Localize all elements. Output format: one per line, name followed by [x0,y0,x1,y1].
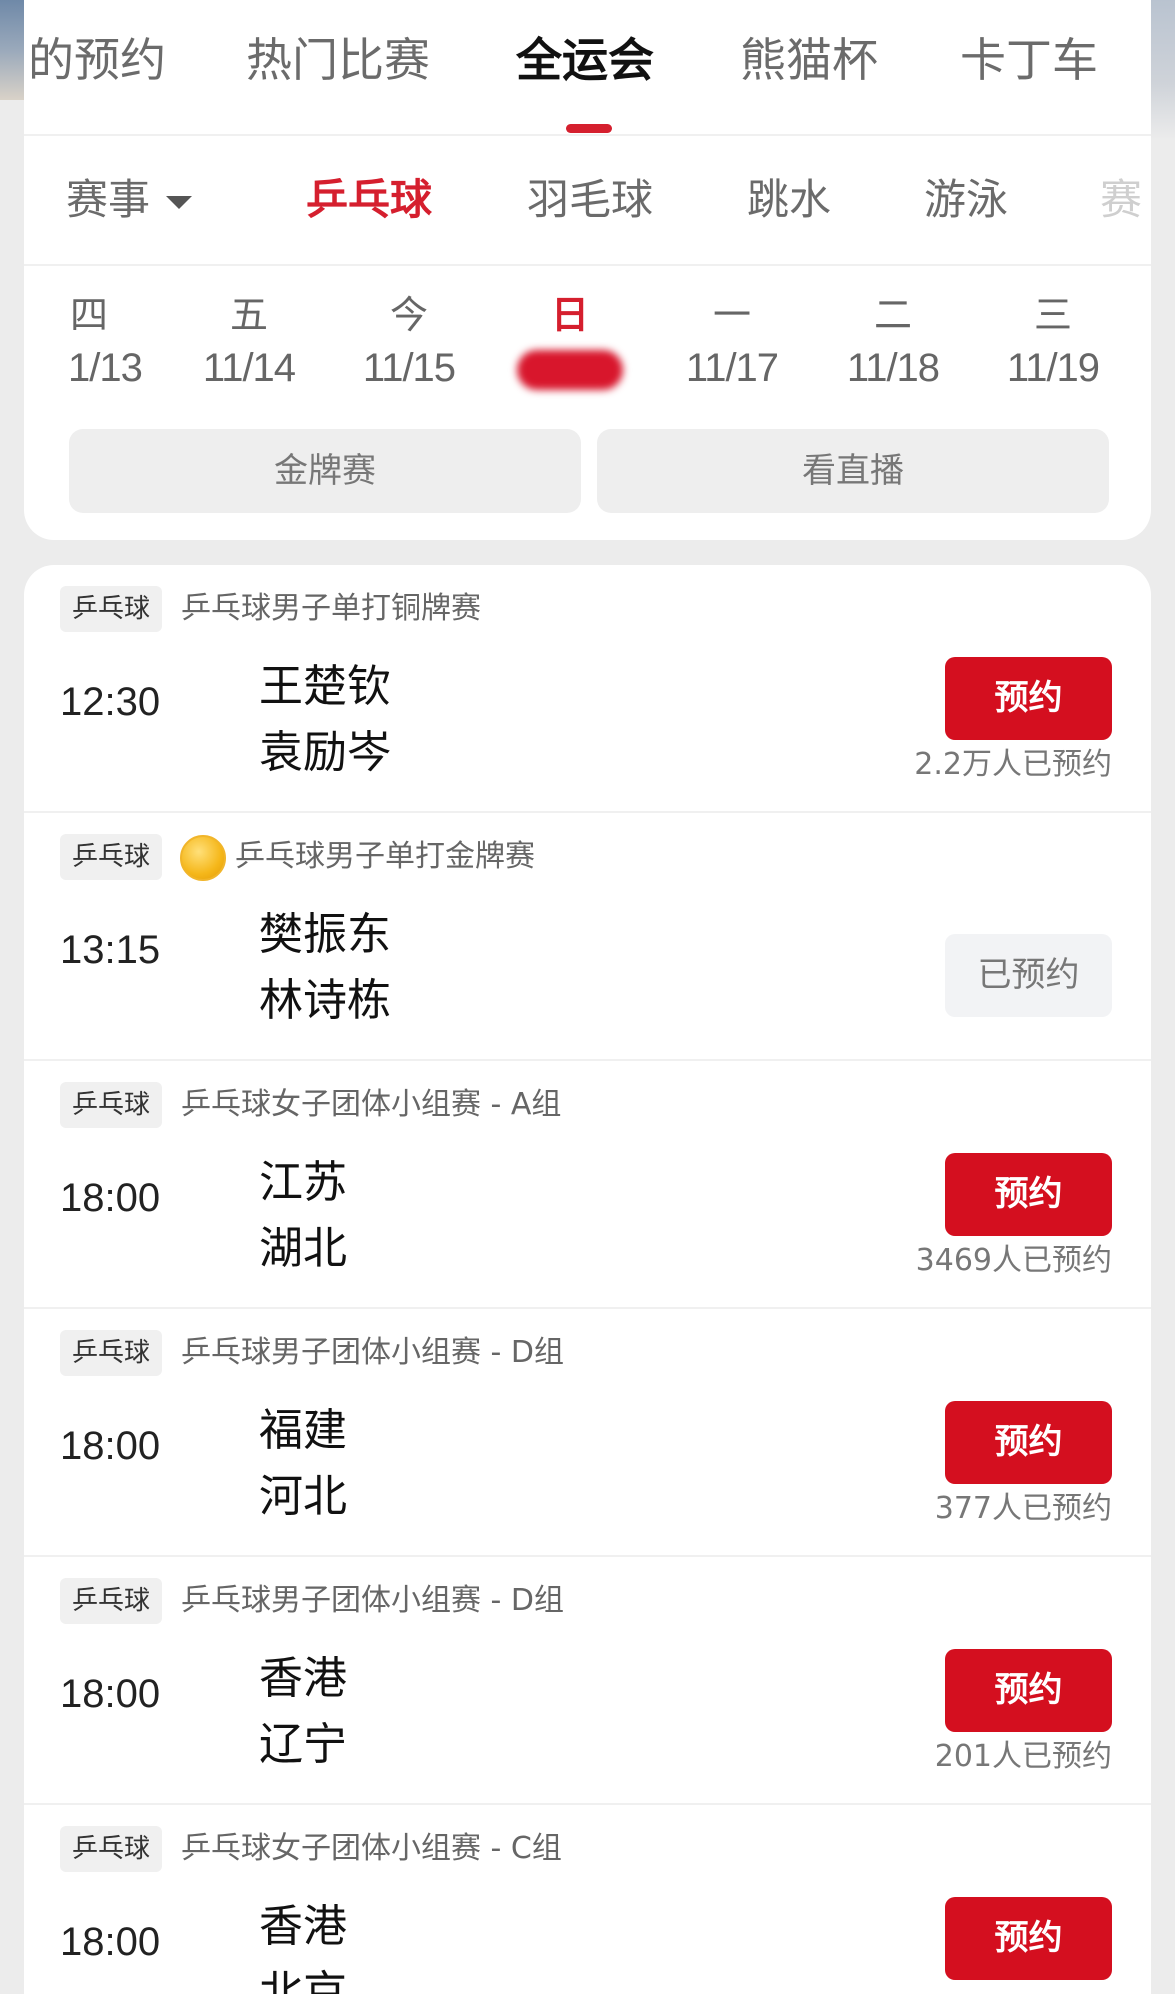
match-time: 13:15 [60,928,161,972]
event-filter-label: 赛事 [66,175,151,224]
gold-medal-filter-button[interactable]: 金牌赛 [69,429,581,513]
event-name: 乒乓球男子单打金牌赛 [235,839,535,874]
header-card: 的预约 热门比赛 全运会 熊猫杯 卡丁车 赛事 乒乓球 羽毛球 跳水 游泳 赛 … [24,0,1151,540]
team-home: 香港 [259,1901,347,1952]
date-weekday: 今 [389,293,428,337]
tab-diving[interactable]: 跳水 [747,174,831,226]
team-away: 湖北 [259,1223,347,1274]
divider [24,134,1151,136]
tab-more[interactable]: 赛 [1100,174,1142,226]
sport-tag: 乒乓球 [60,586,163,632]
date-weekday: 四 [70,293,109,337]
booked-button[interactable]: 已预约 [945,934,1112,1017]
tab-badminton[interactable]: 羽毛球 [527,174,653,226]
book-button[interactable]: 预约 [945,1401,1112,1484]
match-item[interactable]: 乒乓球 乒乓球男子单打铜牌赛 12:30 王楚钦 袁励岑 预约 2.2万人已预约 [24,565,1151,813]
event-name: 乒乓球女子团体小组赛 - C组 [181,1831,562,1866]
gold-medal-icon [180,835,226,881]
date-weekday: 五 [229,293,268,337]
event-name: 乒乓球男子单打铜牌赛 [181,591,481,626]
watch-live-button[interactable]: 看直播 [597,429,1109,513]
booking-count: 201人已预约 [934,1739,1112,1774]
background-photo-right [1151,0,1175,140]
team-home: 樊振东 [259,909,391,960]
tab-swimming[interactable]: 游泳 [924,174,1008,226]
tab-national-games[interactable]: 全运会 [516,32,654,88]
match-time: 18:00 [60,1424,161,1468]
match-time: 18:00 [60,1920,161,1964]
date-value: 1/13 [68,346,143,390]
team-away: 北京 [259,1967,347,1994]
date-item-selected[interactable]: 日 [505,292,635,390]
event-name: 乒乓球男子团体小组赛 - D组 [181,1583,564,1618]
date-value: 11/15 [362,346,456,390]
date-item[interactable]: 今 11/15 [344,292,474,392]
tab-panda-cup[interactable]: 熊猫杯 [740,32,878,88]
team-home: 王楚钦 [259,661,391,712]
date-item[interactable]: 五 11/14 [184,292,314,392]
tab-karting[interactable]: 卡丁车 [960,32,1098,88]
sport-tag: 乒乓球 [60,834,163,880]
event-name: 乒乓球女子团体小组赛 - A组 [181,1087,562,1122]
match-list: 乒乓球 乒乓球男子单打铜牌赛 12:30 王楚钦 袁励岑 预约 2.2万人已预约… [24,565,1151,1994]
date-value: 11/17 [685,346,779,390]
date-weekday: 三 [1033,293,1072,337]
event-name: 乒乓球男子团体小组赛 - D组 [181,1335,564,1370]
date-item[interactable]: 四 1/13 [30,292,143,392]
booking-count: 3469人已预约 [915,1243,1112,1278]
match-item[interactable]: 乒乓球 乒乓球男子团体小组赛 - D组 18:00 福建 河北 预约 377人已… [24,1309,1151,1557]
book-button[interactable]: 预约 [945,1897,1112,1980]
team-away: 林诗栋 [259,975,391,1026]
sport-tag: 乒乓球 [60,1826,163,1872]
booking-count: 2.2万人已预约 [914,747,1112,782]
event-filter-dropdown[interactable]: 赛事 [66,174,193,226]
date-value: 11/19 [1006,346,1100,390]
caret-down-icon [166,196,193,209]
team-home: 福建 [259,1405,347,1456]
book-button[interactable]: 预约 [945,657,1112,740]
tab-my-bookings[interactable]: 的预约 [28,32,166,88]
team-home: 江苏 [259,1157,347,1208]
match-item[interactable]: 乒乓球 乒乓球女子团体小组赛 - C组 18:00 香港 北京 预约 [24,1805,1151,1994]
tab-table-tennis[interactable]: 乒乓球 [306,174,432,226]
active-tab-indicator [566,124,612,133]
match-item[interactable]: 乒乓球 乒乓球女子团体小组赛 - A组 18:00 江苏 湖北 预约 3469人… [24,1061,1151,1309]
date-value: 11/18 [846,346,940,390]
team-away: 河北 [259,1471,347,1522]
match-item[interactable]: 乒乓球 乒乓球男子单打金牌赛 13:15 樊振东 林诗栋 已预约 [24,813,1151,1061]
team-away: 辽宁 [259,1719,347,1770]
redacted-date [517,350,623,390]
sport-tag: 乒乓球 [60,1578,163,1624]
divider [24,264,1151,266]
match-time: 18:00 [60,1672,161,1716]
match-item[interactable]: 乒乓球 乒乓球男子团体小组赛 - D组 18:00 香港 辽宁 预约 201人已… [24,1557,1151,1805]
tab-hot-matches[interactable]: 热门比赛 [246,32,430,88]
sport-tag: 乒乓球 [60,1330,163,1376]
date-value: 11/14 [202,346,296,390]
date-item[interactable]: 三 11/19 [988,292,1118,392]
team-away: 袁励岑 [259,727,391,778]
booking-count: 377人已预约 [934,1491,1112,1526]
match-time: 18:00 [60,1176,161,1220]
background-photo-left [0,0,26,100]
main-tab-bar: 的预约 热门比赛 全运会 熊猫杯 卡丁车 [24,0,1151,134]
date-weekday: 二 [873,293,912,337]
book-button[interactable]: 预约 [945,1153,1112,1236]
sport-tag: 乒乓球 [60,1082,163,1128]
team-home: 香港 [259,1653,347,1704]
date-item[interactable]: 一 11/17 [667,292,797,392]
match-time: 12:30 [60,680,161,724]
date-weekday: 日 [550,293,589,337]
date-weekday: 一 [712,293,751,337]
date-item[interactable]: 二 11/18 [828,292,958,392]
book-button[interactable]: 预约 [945,1649,1112,1732]
